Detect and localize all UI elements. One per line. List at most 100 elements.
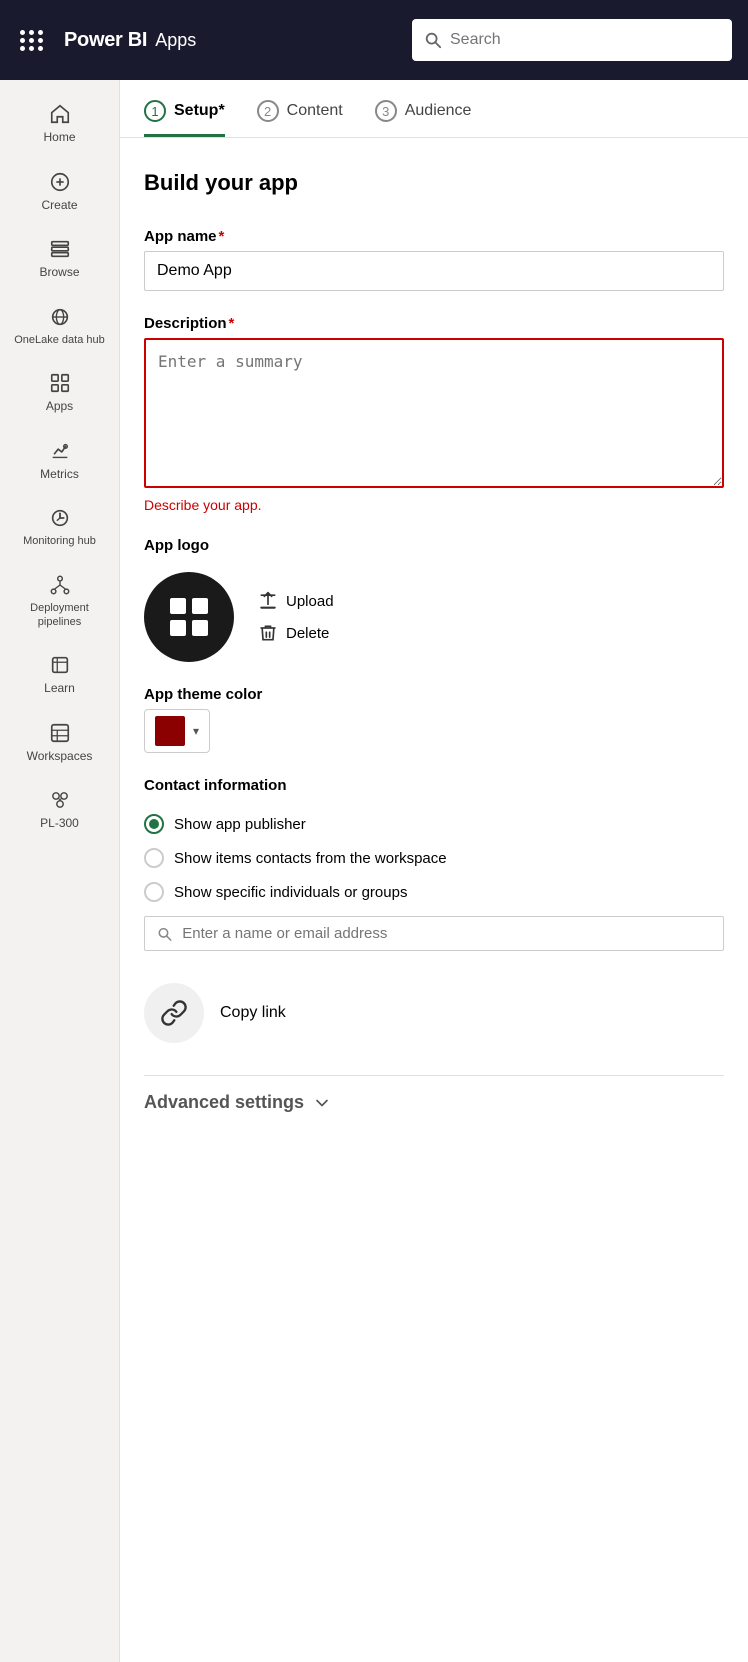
create-icon [48, 170, 72, 194]
app-name-label: App name* [144, 228, 724, 245]
sidebar-item-label: Deployment pipelines [8, 601, 111, 630]
sidebar-item-label: Monitoring hub [23, 534, 96, 548]
contact-search-input[interactable] [182, 925, 711, 942]
sidebar-item-workspaces[interactable]: Workspaces [0, 711, 119, 775]
tab-setup[interactable]: 1 Setup* [144, 100, 225, 137]
app-logo-section: App logo [144, 537, 724, 662]
radio-publisher-label: Show app publisher [174, 816, 306, 833]
waffle-icon[interactable] [16, 26, 48, 55]
app-logo-preview [144, 572, 234, 662]
theme-color-section: App theme color ▾ [144, 686, 724, 753]
app-layout: Home Create Browse [0, 80, 748, 1662]
sidebar-item-label: OneLake data hub [14, 333, 105, 347]
tab-number-3: 3 [375, 100, 397, 122]
workspaces-icon [48, 721, 72, 745]
theme-color-label: App theme color [144, 686, 724, 703]
description-input[interactable] [144, 338, 724, 488]
sidebar-item-label: Create [41, 198, 77, 214]
sidebar-item-create[interactable]: Create [0, 160, 119, 224]
monitoring-icon [48, 506, 72, 530]
tab-audience-label: Audience [405, 102, 472, 120]
radio-workspace-label: Show items contacts from the workspace [174, 850, 447, 867]
setup-form: Build your app App name* Description* De… [120, 138, 748, 1161]
tab-setup-label: Setup* [174, 102, 225, 120]
brand-name: Power BI [64, 29, 147, 52]
upload-icon [258, 591, 278, 611]
tab-content-label: Content [287, 102, 343, 120]
sidebar-item-label: PL-300 [40, 816, 79, 832]
browse-icon [48, 237, 72, 261]
contact-label: Contact information [144, 777, 724, 794]
app-logo-label: App logo [144, 537, 724, 554]
description-field: Description* Describe your app. [144, 315, 724, 513]
sidebar-item-metrics[interactable]: Metrics [0, 429, 119, 493]
tab-number-2: 2 [257, 100, 279, 122]
radio-show-workspace[interactable]: Show items contacts from the workspace [144, 848, 724, 868]
radio-show-publisher[interactable]: Show app publisher [144, 814, 724, 834]
radio-show-specific[interactable]: Show specific individuals or groups [144, 882, 724, 902]
search-box[interactable] [412, 19, 732, 61]
color-picker-row: ▾ [144, 709, 724, 753]
upload-label: Upload [286, 593, 334, 610]
apps-icon [48, 371, 72, 395]
sidebar-item-label: Workspaces [27, 749, 93, 765]
main-content: 1 Setup* 2 Content 3 Audience Build your… [120, 80, 748, 1662]
advanced-settings-label: Advanced settings [144, 1092, 304, 1113]
topbar: Power BI Apps [0, 0, 748, 80]
form-title: Build your app [144, 170, 724, 196]
logo-actions: Upload Delete [258, 591, 334, 643]
metrics-icon [48, 439, 72, 463]
delete-icon [258, 623, 278, 643]
contact-search-box[interactable] [144, 916, 724, 951]
sidebar-item-label: Home [43, 130, 75, 146]
description-error: Describe your app. [144, 497, 724, 513]
tab-content[interactable]: 2 Content [257, 100, 343, 137]
tab-audience[interactable]: 3 Audience [375, 100, 472, 137]
onelake-icon [48, 305, 72, 329]
delete-button[interactable]: Delete [258, 623, 334, 643]
sidebar-item-onelake[interactable]: OneLake data hub [0, 295, 119, 357]
sidebar-item-browse[interactable]: Browse [0, 227, 119, 291]
copy-link-label: Copy link [220, 1004, 286, 1022]
pl300-icon [48, 788, 72, 812]
sidebar-item-home[interactable]: Home [0, 92, 119, 156]
radio-specific-circle [144, 882, 164, 902]
sidebar-item-monitoring[interactable]: Monitoring hub [0, 496, 119, 558]
search-icon [424, 31, 442, 49]
sidebar-item-label: Browse [39, 265, 79, 281]
sidebar-item-label: Metrics [40, 467, 79, 483]
copy-link-icon [160, 999, 188, 1027]
advanced-settings-row[interactable]: Advanced settings [144, 1075, 724, 1129]
chevron-down-icon: ▾ [193, 724, 199, 738]
search-input[interactable] [450, 31, 720, 49]
topbar-apps-label: Apps [155, 30, 196, 51]
sidebar-item-apps[interactable]: Apps [0, 361, 119, 425]
app-name-field: App name* [144, 228, 724, 291]
upload-button[interactable]: Upload [258, 591, 334, 611]
radio-workspace-circle [144, 848, 164, 868]
brand: Power BI Apps [64, 29, 196, 52]
color-swatch [155, 716, 185, 746]
sidebar-item-pl300[interactable]: PL-300 [0, 778, 119, 842]
deployment-icon [48, 573, 72, 597]
contact-section: Contact information Show app publisher S… [144, 777, 724, 951]
app-name-input[interactable] [144, 251, 724, 291]
logo-icon [164, 592, 214, 642]
tab-number-1: 1 [144, 100, 166, 122]
radio-publisher-circle [144, 814, 164, 834]
delete-label: Delete [286, 625, 329, 642]
sidebar-item-label: Apps [46, 399, 73, 415]
learn-icon [48, 653, 72, 677]
radio-specific-label: Show specific individuals or groups [174, 884, 407, 901]
contact-search-icon [157, 926, 172, 942]
logo-row: Upload Delete [144, 572, 724, 662]
copy-link-row: Copy link [144, 983, 724, 1043]
wizard-tabs: 1 Setup* 2 Content 3 Audience [120, 80, 748, 138]
sidebar-item-deployment[interactable]: Deployment pipelines [0, 563, 119, 640]
copy-link-button[interactable] [144, 983, 204, 1043]
chevron-down-icon [312, 1093, 332, 1113]
sidebar-item-learn[interactable]: Learn [0, 643, 119, 707]
color-picker-button[interactable]: ▾ [144, 709, 210, 753]
home-icon [48, 102, 72, 126]
sidebar: Home Create Browse [0, 80, 120, 1662]
